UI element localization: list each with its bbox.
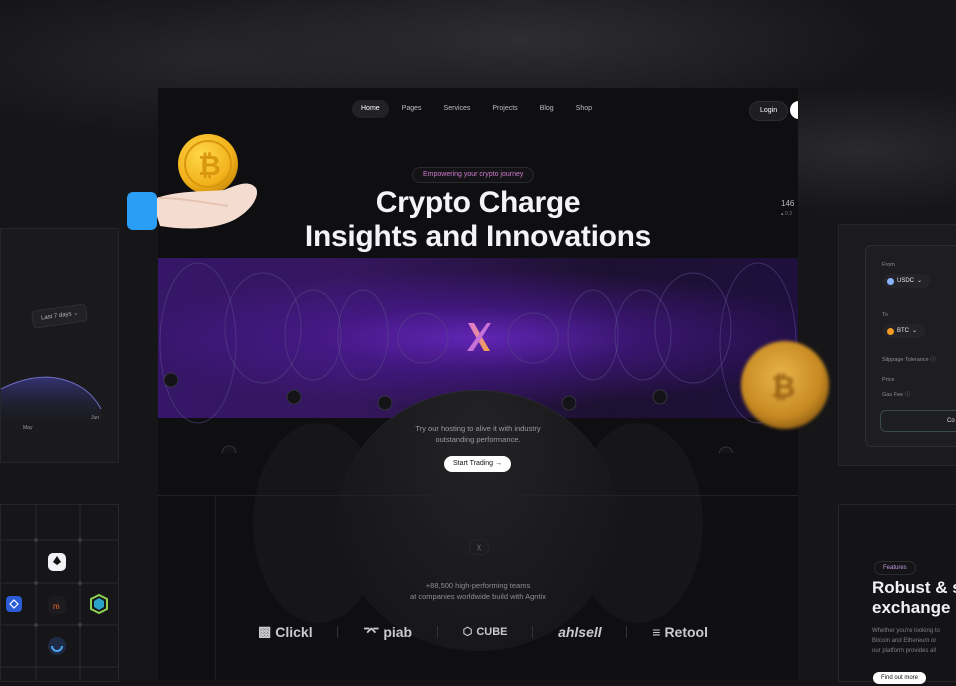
network-graph-card: m: [0, 504, 119, 682]
hand-holding-coin-icon: ₿: [127, 134, 258, 230]
to-label: To: [882, 312, 888, 318]
info-icon: ⓘ: [930, 357, 936, 363]
arrow-right-icon: →: [495, 460, 503, 467]
find-out-more-button[interactable]: Find out more: [873, 672, 927, 684]
stat-peek: 146 ▴ 0.3: [781, 199, 795, 217]
from-token-select[interactable]: USDC ⌄: [883, 274, 931, 288]
from-token-value: USDC: [897, 278, 915, 284]
nav-home[interactable]: Home: [352, 100, 389, 118]
chevron-down-icon: ⌄: [912, 328, 918, 334]
dots-node-icon: [163, 372, 179, 388]
features-copy: Whether you're looking to Bitcoin and Et…: [872, 628, 940, 654]
cube-node-icon: [718, 446, 734, 453]
to-token-value: BTC: [897, 328, 909, 334]
area-chart: [1, 376, 102, 429]
hero-subcopy: Try our hosting to alive it with industr…: [415, 424, 541, 444]
mini-x-icon: χ: [469, 539, 489, 555]
network-graph: m: [1, 505, 118, 681]
main-nav: Home Pages Services Projects Blog Shop: [352, 100, 601, 120]
confirm-swap-button[interactable]: Co: [880, 410, 956, 432]
agntix-x-logo-icon: [467, 323, 491, 351]
tagline-badge: Empowering your crypto journey: [412, 167, 535, 183]
ethereum-node-icon: [48, 553, 66, 571]
svg-text:m: m: [53, 602, 60, 611]
chart-x-label: Jun: [91, 415, 100, 421]
chart-x-label: May: [23, 425, 33, 431]
swirl-node-icon: [48, 637, 66, 655]
features-title: Robust & s exchange: [872, 578, 956, 617]
start-trading-button[interactable]: Start Trading →: [444, 456, 512, 472]
chainlink-node-icon: [6, 596, 22, 612]
logo-retool: ≡ Retool: [652, 623, 708, 640]
hexagon-node-icon: [90, 593, 108, 615]
diamond-node-icon: [652, 389, 668, 405]
section-divider: [158, 495, 798, 496]
usdc-icon: [887, 277, 894, 285]
login-button[interactable]: Login: [749, 101, 789, 121]
social-proof-text: +88,500 high-performing teams at compani…: [410, 581, 546, 601]
nav-shop[interactable]: Shop: [567, 100, 601, 118]
logo-cube: ⬡ CUBE: [462, 625, 508, 639]
info-icon: ⓘ: [904, 392, 911, 398]
slippage-label: Slippage Tolerance ⓘ: [882, 357, 936, 363]
cube-mark-icon: ⬡: [462, 626, 473, 638]
clickl-mark-icon: ▩: [258, 623, 272, 639]
partner-logos: ▩ Clickl ⌤ piab ⬡ CUBE ahlsell ≡ Retool: [258, 623, 708, 640]
section-divider-vertical: [215, 495, 216, 680]
ship-node-icon: [561, 395, 577, 411]
gas-fee-label: Gas Fee ⓘ: [882, 392, 911, 398]
nav-blog[interactable]: Blog: [531, 100, 563, 118]
nav-services[interactable]: Services: [435, 100, 480, 118]
analytics-chart-card: May Jun: [0, 228, 119, 463]
bitcoin-icon: [887, 327, 894, 335]
arrow-node-icon: [286, 389, 302, 405]
nav-pages[interactable]: Pages: [393, 100, 431, 118]
blurred-bitcoin-icon: ₿: [741, 341, 829, 429]
from-label: From: [882, 262, 895, 268]
dropdown-value: Last 7 days: [40, 311, 72, 322]
monero-node-icon: m: [48, 596, 66, 614]
svg-text:₿: ₿: [198, 150, 221, 181]
globe-node-icon: [221, 445, 237, 453]
logo-ahlsell: ahlsell: [558, 623, 602, 640]
svg-text:₿: ₿: [771, 371, 795, 404]
features-badge: Features: [874, 561, 916, 575]
triangle-node-icon: [377, 395, 393, 411]
logo-clickl: ▩ Clickl: [258, 623, 313, 640]
piab-mark-icon: ⌤: [363, 623, 380, 639]
price-label: Price: [882, 377, 895, 383]
nav-projects[interactable]: Projects: [483, 100, 526, 118]
chevron-down-icon: ⌄: [72, 310, 79, 318]
logo-piab: ⌤ piab: [363, 623, 413, 640]
to-token-select[interactable]: BTC ⌄: [883, 324, 926, 338]
chevron-down-icon: ⌄: [917, 278, 923, 284]
signup-button[interactable]: [790, 101, 798, 119]
retool-mark-icon: ≡: [652, 623, 661, 640]
